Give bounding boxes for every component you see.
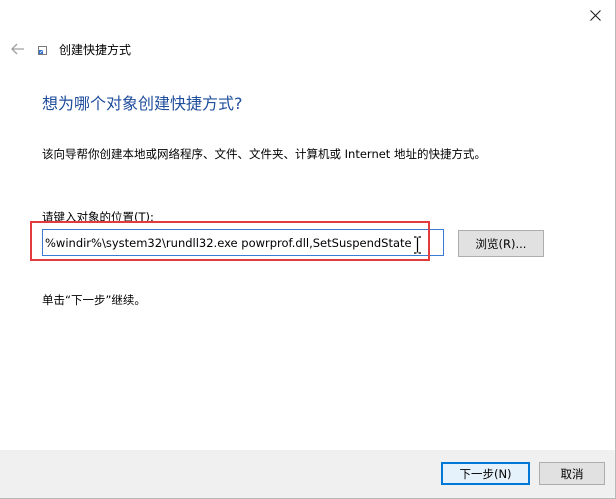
window-title: 创建快捷方式 [59, 43, 132, 57]
close-icon [589, 9, 601, 21]
wizard-description: 该向导帮你创建本地或网络程序、文件、文件夹、计算机或 Internet 地址的快… [42, 147, 486, 161]
page-heading: 想为哪个对象创建快捷方式? [42, 94, 243, 113]
back-arrow-icon [11, 43, 24, 55]
location-input[interactable] [42, 229, 444, 256]
continue-hint: 单击“下一步”继续。 [42, 293, 146, 307]
back-button[interactable] [8, 40, 28, 58]
shortcut-wizard-window: 创建快捷方式 想为哪个对象创建快捷方式? 该向导帮你创建本地或网络程序、文件、文… [0, 0, 616, 499]
shortcut-icon [38, 46, 47, 55]
next-button[interactable]: 下一步(N) [441, 462, 530, 485]
browse-button[interactable]: 浏览(R)... [458, 230, 544, 257]
close-button[interactable] [574, 0, 616, 30]
text-cursor-icon [414, 236, 421, 254]
cancel-button[interactable]: 取消 [539, 462, 605, 485]
location-label: 请键入对象的位置(T): [42, 210, 154, 224]
